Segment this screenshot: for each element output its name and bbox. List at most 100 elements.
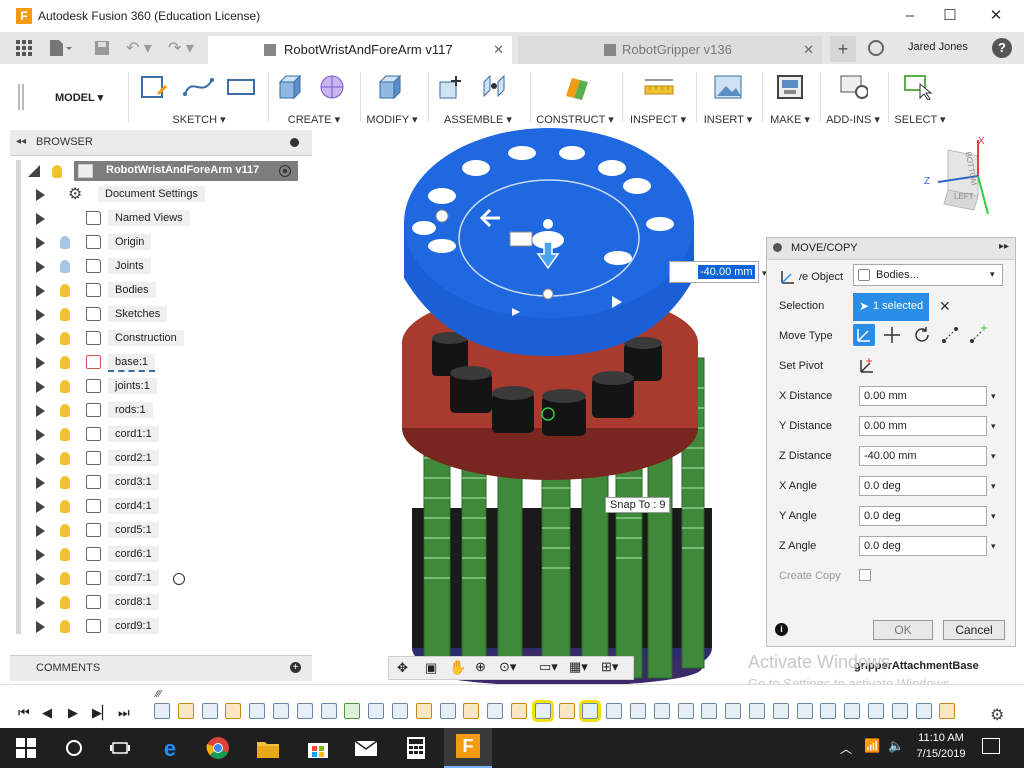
x-distance-input[interactable]: 0.00 mm xyxy=(859,386,987,406)
orbit-icon[interactable]: ✥ xyxy=(397,660,408,676)
timeline-joint-icon[interactable] xyxy=(844,703,861,719)
browser-item[interactable]: Joints xyxy=(18,256,288,278)
z-distance-input[interactable]: -40.00 mm xyxy=(859,446,987,466)
browser-item[interactable]: cord4:1 xyxy=(18,496,288,518)
timeline-extrude-icon[interactable] xyxy=(201,703,218,719)
timeline-move-icon[interactable] xyxy=(891,703,908,719)
toolbar-grip[interactable] xyxy=(18,84,24,110)
extrude-icon[interactable] xyxy=(276,74,304,100)
comments-panel[interactable]: COMMENTS + xyxy=(10,655,312,681)
workspace-switcher[interactable]: MODEL ▾ xyxy=(55,91,103,104)
expand-arrow-icon[interactable] xyxy=(36,237,45,249)
select-cursor-icon[interactable] xyxy=(904,74,933,101)
timeline-pattern-icon[interactable] xyxy=(725,703,742,719)
browser-item[interactable]: cord9:1 xyxy=(18,616,288,638)
insert-image-icon[interactable] xyxy=(714,74,742,100)
expand-arrow-icon[interactable] xyxy=(36,309,45,321)
expand-arrow-icon[interactable] xyxy=(36,381,45,393)
next-step-icon[interactable]: ▶▏ xyxy=(92,705,112,721)
close-tab-icon[interactable]: ✕ xyxy=(493,36,504,64)
visibility-bulb-icon[interactable] xyxy=(60,380,70,393)
expand-arrow-icon[interactable] xyxy=(36,549,45,561)
visibility-bulb-icon[interactable] xyxy=(60,596,70,609)
zoom-window-icon[interactable]: ⊙▾ xyxy=(499,659,516,675)
look-at-icon[interactable]: ▣ xyxy=(425,660,437,676)
browser-item[interactable]: Bodies xyxy=(18,280,288,302)
point-to-point-icon[interactable] xyxy=(939,324,961,346)
network-icon[interactable]: 📶 xyxy=(864,738,880,754)
dialog-grip-icon[interactable] xyxy=(773,243,782,252)
form-icon[interactable] xyxy=(318,74,346,100)
timeline-settings-icon[interactable]: ⚙ xyxy=(990,705,1004,725)
move-object-dropdown[interactable]: Bodies... ▾ xyxy=(853,264,1003,286)
spline-icon[interactable] xyxy=(182,74,214,100)
add-ins-group[interactable]: ADD-INS ▾ xyxy=(820,66,886,128)
browser-item[interactable]: cord1:1 xyxy=(18,424,288,446)
minimize-panel-icon[interactable] xyxy=(290,138,299,147)
chevron-down-icon[interactable]: ▾ xyxy=(991,391,996,402)
tab-robot-wrist[interactable]: RobotWristAndForeArm v117 ✕ xyxy=(208,36,512,64)
set-pivot-icon[interactable] xyxy=(857,356,877,376)
redo-icon[interactable]: ↷ ▾ xyxy=(168,38,194,58)
zoom-icon[interactable]: ⊕ xyxy=(475,659,486,675)
mail-icon[interactable] xyxy=(354,736,378,760)
play-icon[interactable]: ▶ xyxy=(68,705,78,721)
browser-item[interactable]: cord3:1 xyxy=(18,472,288,494)
expand-arrow-icon[interactable] xyxy=(36,477,45,489)
app-grid-icon[interactable] xyxy=(16,40,32,56)
tab-robot-gripper[interactable]: RobotGripper v136 ✕ xyxy=(518,36,822,64)
pan-hand-icon[interactable]: ✋ xyxy=(449,659,466,676)
browser-item[interactable]: Construction xyxy=(18,328,288,350)
grid-settings-icon[interactable]: ▦▾ xyxy=(569,659,588,675)
viewcube-face-label[interactable]: LEFT xyxy=(954,192,974,201)
timeline-move-icon[interactable] xyxy=(820,703,837,719)
clock-date[interactable]: 7/15/2019 xyxy=(914,748,968,760)
volume-icon[interactable]: 🔈 xyxy=(888,738,904,754)
clock-time[interactable]: 11:10 AM xyxy=(914,732,968,744)
timeline-joint-icon[interactable] xyxy=(772,703,789,719)
timeline-extrude-icon[interactable] xyxy=(579,700,602,722)
visibility-bulb-icon[interactable] xyxy=(60,356,70,369)
timeline-extrude-icon[interactable] xyxy=(249,703,266,719)
timeline-sketch-icon[interactable] xyxy=(177,703,194,719)
timeline-joint-icon[interactable] xyxy=(368,703,385,719)
expand-arrow-icon[interactable] xyxy=(36,429,45,441)
edge-browser-icon[interactable]: e xyxy=(158,736,182,761)
3d-print-icon[interactable] xyxy=(776,74,804,100)
maximize-button[interactable]: ☐ xyxy=(940,6,960,26)
user-name[interactable]: Jared Jones xyxy=(908,41,968,53)
expand-arrow-icon[interactable] xyxy=(36,333,45,345)
joint-icon[interactable] xyxy=(480,74,508,100)
visibility-bulb-icon[interactable] xyxy=(60,236,70,249)
visibility-bulb-icon[interactable] xyxy=(60,260,70,273)
visibility-bulb-icon[interactable] xyxy=(60,476,70,489)
show-hidden-icons[interactable]: ︿ xyxy=(840,740,852,757)
help-icon[interactable]: ? xyxy=(992,38,1012,58)
timeline-move-icon[interactable] xyxy=(868,703,884,719)
activate-radio-icon[interactable] xyxy=(279,165,291,177)
browser-item[interactable]: Origin xyxy=(18,232,288,254)
activate-radio-icon[interactable] xyxy=(173,573,185,585)
close-window-button[interactable]: ✕ xyxy=(986,6,1006,26)
ok-button[interactable]: OK xyxy=(873,620,933,640)
windows-start-icon[interactable] xyxy=(14,736,38,760)
collapse-arrow-icon[interactable] xyxy=(28,165,40,177)
timeline-axis-icon[interactable] xyxy=(677,703,694,719)
construct-group[interactable]: CONSTRUCT ▾ xyxy=(532,66,618,128)
timeline-extrude-icon[interactable] xyxy=(531,700,554,722)
search-icon[interactable] xyxy=(62,736,86,760)
viewports-icon[interactable]: ⊞▾ xyxy=(601,659,618,675)
display-settings-icon[interactable]: ▭▾ xyxy=(539,659,558,675)
offset-plane-icon[interactable] xyxy=(562,74,590,100)
scripts-icon[interactable] xyxy=(840,74,869,100)
insert-group[interactable]: INSERT ▾ xyxy=(698,66,758,128)
new-component-icon[interactable] xyxy=(436,74,464,100)
timeline-sketch-icon[interactable] xyxy=(225,703,242,719)
add-comment-icon[interactable]: + xyxy=(290,662,301,673)
job-status-icon[interactable] xyxy=(868,40,884,56)
x-angle-input[interactable]: 0.0 deg xyxy=(859,476,987,496)
timeline-move-icon[interactable] xyxy=(320,703,337,719)
file-explorer-icon[interactable] xyxy=(256,736,280,760)
timeline-plane-icon[interactable] xyxy=(344,703,361,719)
chevron-down-icon[interactable]: ▾ xyxy=(991,541,996,552)
